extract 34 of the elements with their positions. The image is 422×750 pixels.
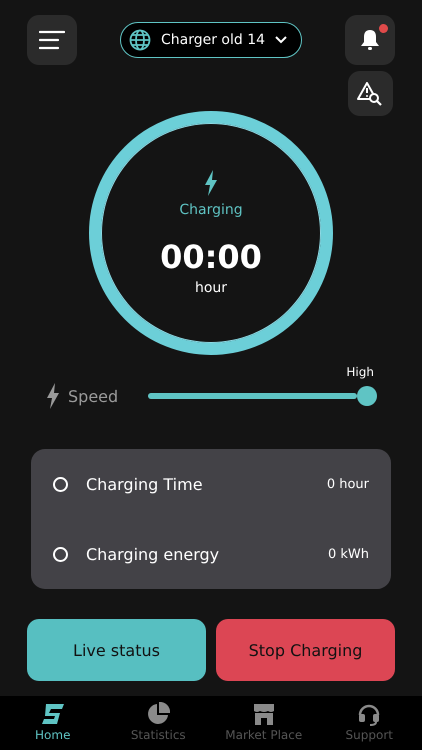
- stat-label: Charging energy: [86, 544, 220, 564]
- time-unit: hour: [194, 280, 228, 296]
- charger-selector[interactable]: Charger old 14: [120, 22, 302, 58]
- bolt-icon: [204, 170, 218, 196]
- slider-track[interactable]: [148, 393, 357, 399]
- nav-tab[interactable]: Statistics: [108, 696, 208, 750]
- nav-tab[interactable]: Home: [2, 696, 103, 750]
- globe-icon: [128, 29, 151, 51]
- stat-value: 0 kWh: [328, 546, 369, 562]
- stat-label: Charging Time: [86, 474, 204, 494]
- headset-icon: [357, 702, 382, 726]
- notification-button[interactable]: [345, 15, 395, 65]
- nav-tab[interactable]: Market Place: [214, 696, 314, 750]
- charging-time: 00:00: [160, 238, 262, 276]
- speed-level-label: High: [346, 365, 374, 379]
- bell-icon: [360, 29, 380, 51]
- bolt-icon: [46, 383, 60, 409]
- live-status-button[interactable]: Live status: [27, 619, 206, 681]
- menu-button[interactable]: [27, 15, 77, 65]
- radio-button[interactable]: [53, 546, 68, 562]
- slider-thumb[interactable]: [357, 386, 377, 406]
- warning-search-icon: [357, 82, 383, 106]
- stop-charging-button[interactable]: Stop Charging: [216, 619, 395, 681]
- diagnostics-button[interactable]: [348, 71, 392, 116]
- logo-icon: [40, 702, 66, 726]
- speed-label: Speed: [68, 386, 118, 406]
- stat-value: 0 hour: [326, 476, 369, 492]
- store-icon: [252, 702, 276, 726]
- nav-tab[interactable]: Support: [319, 696, 420, 750]
- radio-button[interactable]: [53, 476, 68, 492]
- status-label: Charging: [179, 202, 243, 218]
- pie-chart-icon: [146, 702, 170, 726]
- chevron-down-icon: [275, 36, 288, 44]
- menu-icon: [39, 30, 65, 50]
